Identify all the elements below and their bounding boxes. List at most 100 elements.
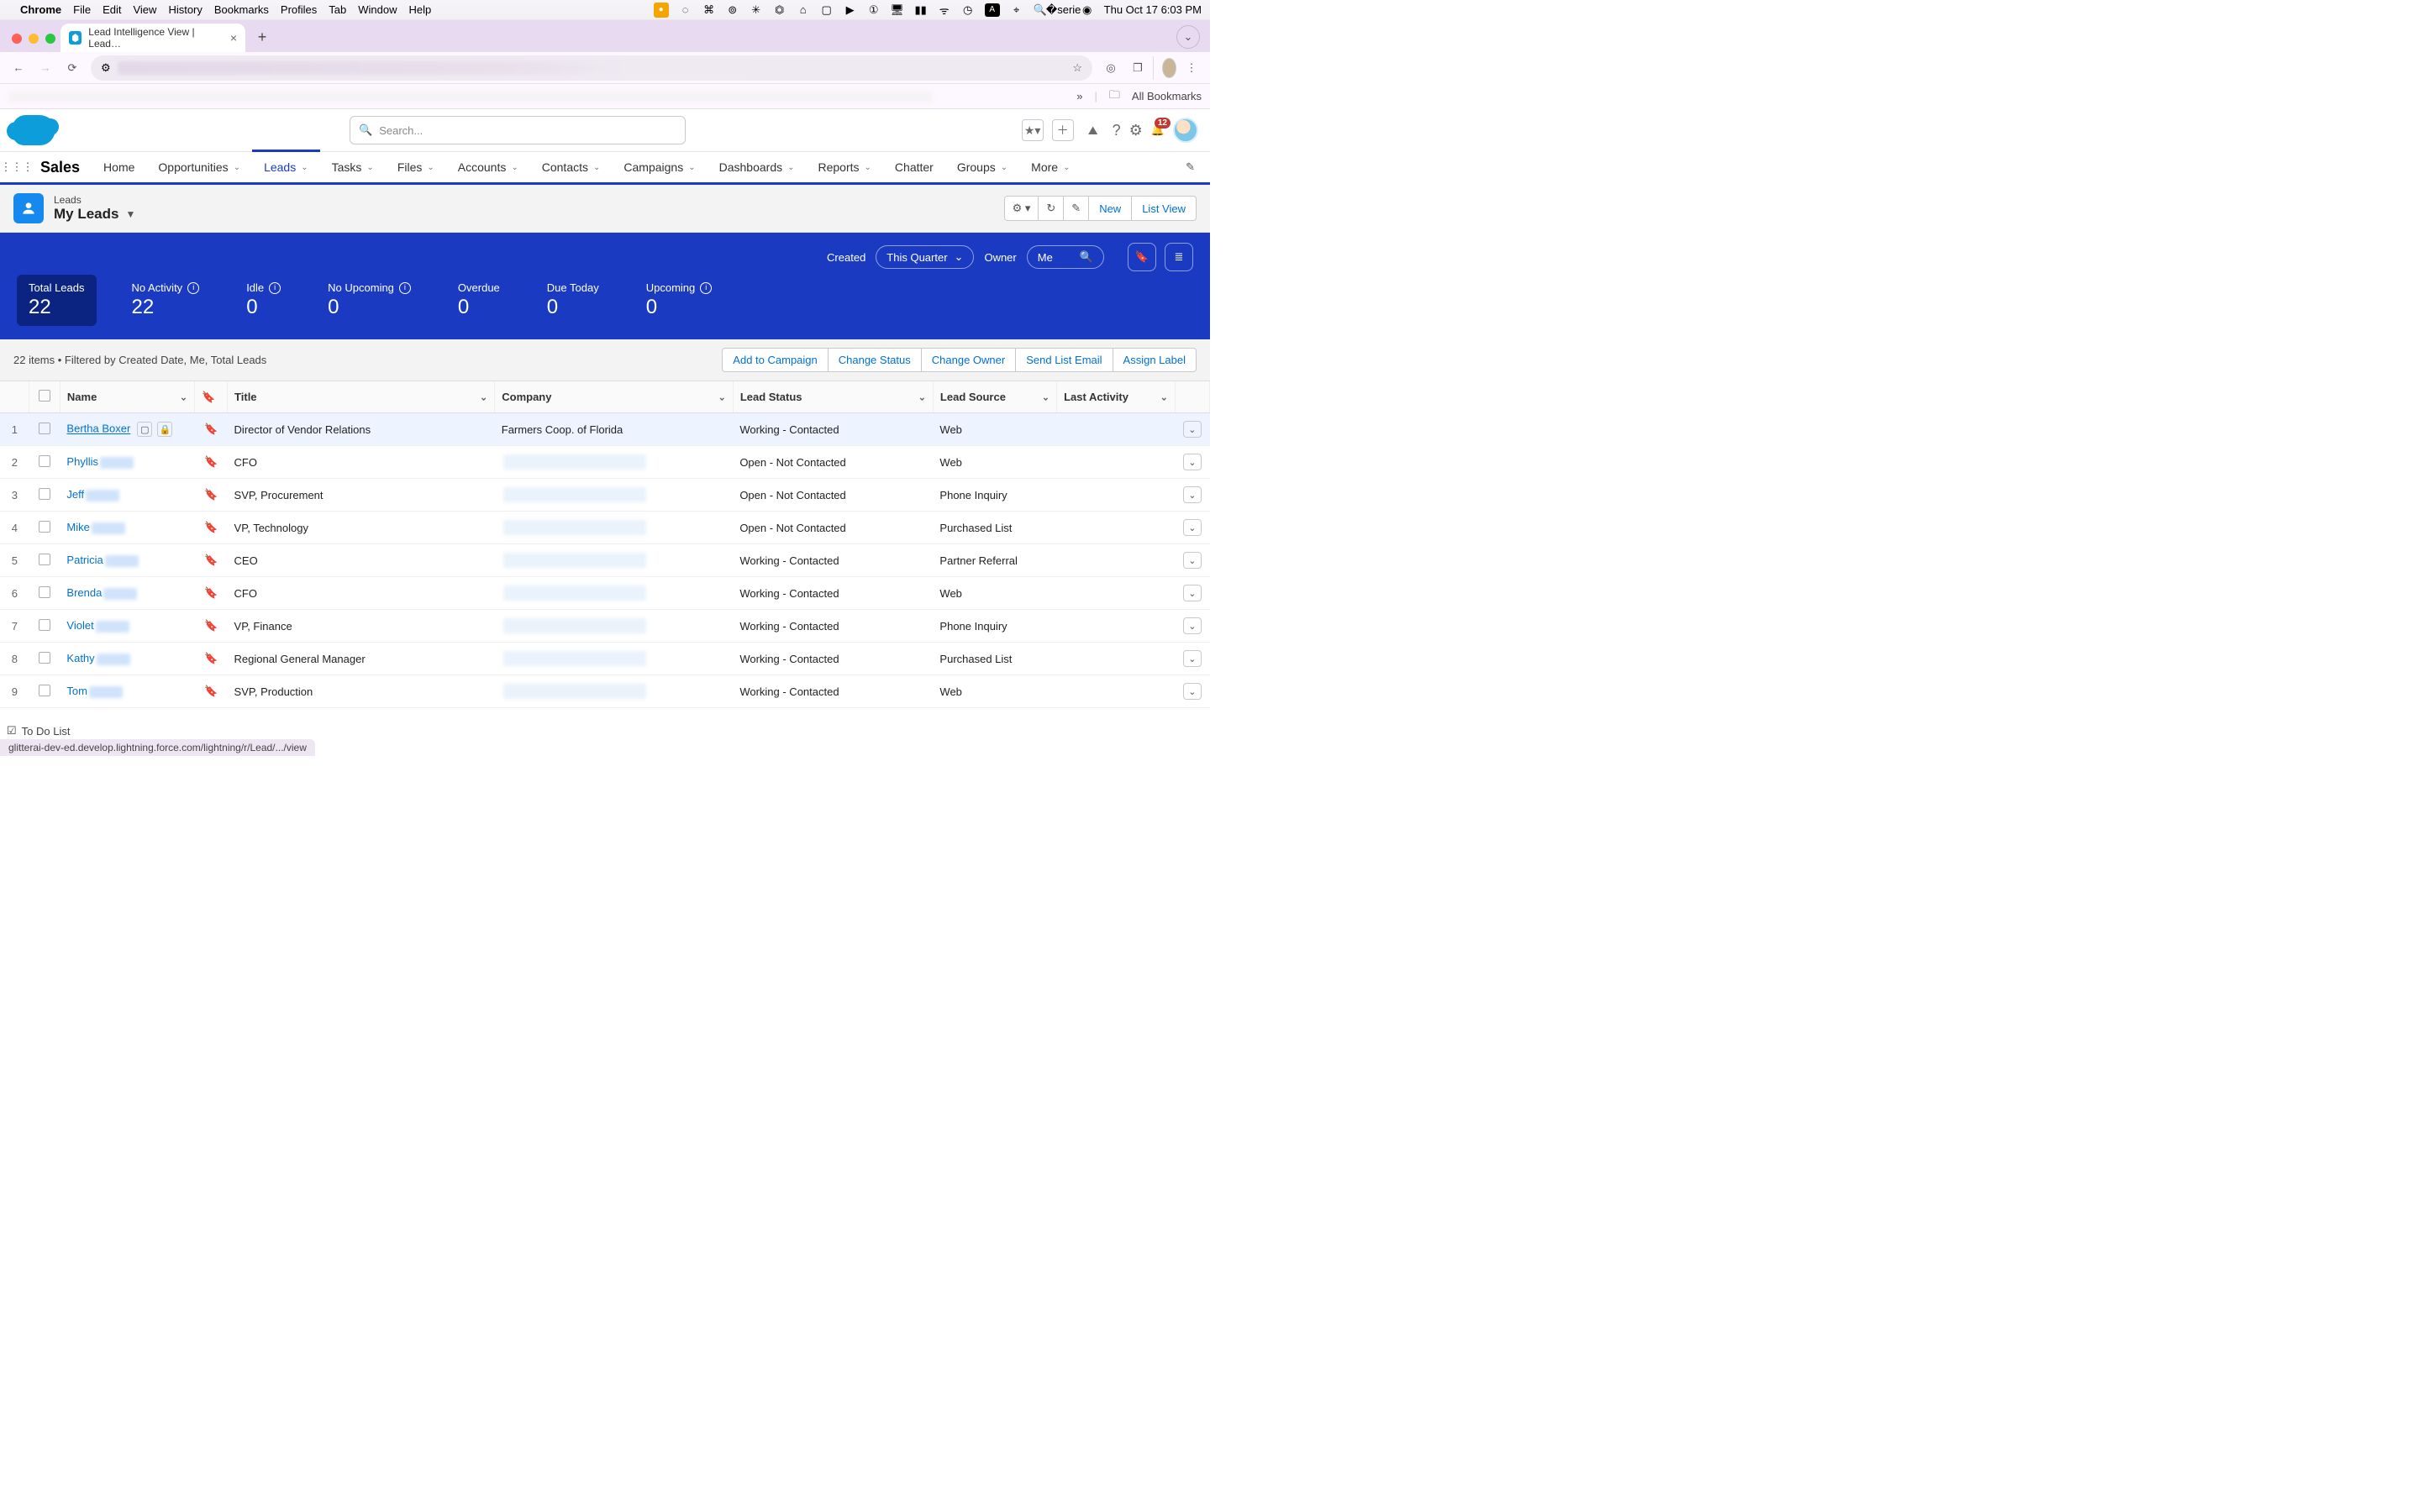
menu-tab[interactable]: Tab (329, 3, 346, 16)
nav-tab-tasks[interactable]: Tasks ⌄ (320, 150, 386, 182)
new-tab-button[interactable]: + (250, 25, 274, 49)
col-lead-source[interactable]: Lead Source⌄ (933, 381, 1056, 413)
cell-bookmark[interactable]: 🔖 (195, 479, 228, 512)
favorites-star-icon[interactable]: ★▾ (1022, 119, 1044, 141)
menubar-clock[interactable]: Thu Oct 17 6:03 PM (1104, 3, 1202, 16)
cell-bookmark[interactable]: 🔖 (195, 512, 228, 544)
lead-name-link[interactable]: Kathy (66, 652, 94, 664)
lead-name-link[interactable]: Violet (66, 619, 93, 632)
checkbox-icon[interactable] (39, 652, 50, 664)
browser-tab[interactable]: Lead Intelligence View | Lead… × (60, 24, 245, 52)
menu-window[interactable]: Window (358, 3, 397, 16)
close-tab-icon[interactable]: × (230, 31, 237, 45)
bookmark-star-icon[interactable]: ☆ (1072, 61, 1082, 75)
app-launcher-icon[interactable]: ⋮⋮⋮ (5, 152, 29, 182)
checkbox-icon[interactable] (39, 455, 50, 467)
owner-filter-picker[interactable]: Me🔍 (1027, 245, 1104, 269)
col-company[interactable]: Company⌄ (495, 381, 734, 413)
menu-history[interactable]: History (168, 3, 202, 16)
trailhead-icon[interactable]: ⛰ (1082, 119, 1104, 141)
help-icon[interactable]: ? (1113, 122, 1121, 139)
row-actions-menu[interactable]: ⌄ (1183, 683, 1202, 700)
siri-icon[interactable]: ◉ (1081, 3, 1094, 17)
menuextra-icon[interactable]: ⏣ (773, 3, 786, 17)
bookmark-outline-icon[interactable]: 🔖 (204, 455, 218, 468)
menuextra-icon[interactable]: ▢ (820, 3, 834, 17)
cell-bookmark[interactable]: 🔖 (195, 446, 228, 479)
profile-avatar[interactable] (1153, 56, 1176, 80)
col-title[interactable]: Title⌄ (228, 381, 495, 413)
row-actions-menu[interactable]: ⌄ (1183, 421, 1202, 438)
menuextra-icon[interactable]: ▶ (844, 3, 857, 17)
row-actions-menu[interactable]: ⌄ (1183, 486, 1202, 503)
row-select[interactable] (29, 512, 60, 544)
list-view-picker[interactable]: My Leads▼ (54, 206, 135, 223)
battery-icon[interactable]: ▮▮ (914, 3, 928, 17)
kpi-upcoming[interactable]: Upcomingi0 (634, 275, 724, 326)
checkbox-icon[interactable] (39, 554, 50, 565)
row-actions-menu[interactable]: ⌄ (1183, 617, 1202, 634)
kpi-overdue[interactable]: Overdue0 (446, 275, 512, 326)
action-add-to-campaign[interactable]: Add to Campaign (722, 348, 828, 372)
kpi-idle[interactable]: Idlei0 (234, 275, 292, 326)
menuextra-icon[interactable]: ⊚ (726, 3, 739, 17)
nav-tab-more[interactable]: More ⌄ (1019, 150, 1081, 182)
action-change-owner[interactable]: Change Owner (922, 348, 1016, 372)
bookmark-panel-icon[interactable]: 🔖 (1128, 243, 1156, 271)
col-lead-status[interactable]: Lead Status⌄ (733, 381, 933, 413)
nav-tab-home[interactable]: Home (92, 150, 146, 182)
list-view-settings-button[interactable]: ⚙ ▾ (1004, 196, 1039, 221)
maximize-window-icon[interactable] (45, 34, 55, 44)
cell-bookmark[interactable]: 🔖 (195, 675, 228, 708)
bookmarks-overflow-icon[interactable]: » (1076, 90, 1082, 102)
row-select[interactable] (29, 675, 60, 708)
refresh-button[interactable]: ↻ (1039, 196, 1064, 221)
menu-edit[interactable]: Edit (103, 3, 121, 16)
lead-name-link[interactable]: Bertha Boxer (66, 423, 130, 435)
nav-tab-dashboards[interactable]: Dashboards ⌄ (708, 150, 807, 182)
list-view-button[interactable]: List View (1132, 196, 1197, 221)
menu-file[interactable]: File (73, 3, 91, 16)
row-select[interactable] (29, 479, 60, 512)
global-search-input[interactable]: 🔍 Search... (350, 116, 686, 144)
row-select[interactable] (29, 413, 60, 446)
lead-name-link[interactable]: Phyllis (66, 455, 98, 468)
checkbox-icon[interactable] (39, 685, 50, 696)
to-do-list-widget[interactable]: ☑ To Do List (7, 724, 70, 738)
nav-tab-opportunities[interactable]: Opportunities ⌄ (146, 150, 252, 182)
menuextra-icon[interactable]: ✳ (750, 3, 763, 17)
bookmark-outline-icon[interactable]: 🔖 (204, 521, 218, 533)
menuextra-icon[interactable]: ◌ (679, 3, 692, 17)
nav-tab-leads[interactable]: Leads ⌄ (252, 150, 320, 182)
lead-name-link[interactable]: Patricia (66, 554, 103, 566)
row-select[interactable] (29, 577, 60, 610)
cell-bookmark[interactable]: 🔖 (195, 610, 228, 643)
mic-record-icon[interactable]: ● (654, 3, 669, 18)
lead-name-link[interactable]: Tom (66, 685, 87, 697)
menuextra-icon[interactable]: ⌘ (702, 3, 716, 17)
menubar-app[interactable]: Chrome (20, 3, 61, 16)
nav-tab-groups[interactable]: Groups ⌄ (945, 150, 1019, 182)
nav-tab-chatter[interactable]: Chatter (883, 150, 945, 182)
bookmark-outline-icon[interactable]: 🔖 (204, 652, 218, 664)
nav-tab-files[interactable]: Files ⌄ (386, 150, 446, 182)
cell-bookmark[interactable]: 🔖 (195, 413, 228, 446)
nav-tab-campaigns[interactable]: Campaigns ⌄ (612, 150, 707, 182)
nav-tab-reports[interactable]: Reports ⌄ (807, 150, 883, 182)
cell-bookmark[interactable]: 🔖 (195, 643, 228, 675)
checkbox-icon[interactable] (39, 488, 50, 500)
row-actions-menu[interactable]: ⌄ (1183, 552, 1202, 569)
checkbox-icon[interactable] (39, 423, 50, 434)
site-info-icon[interactable]: ⚙ (101, 61, 111, 75)
open-record-icon[interactable]: ▢ (137, 422, 152, 437)
bluetooth-icon[interactable]: ⌖ (1010, 3, 1023, 17)
menuextra-icon[interactable]: ⌂ (797, 3, 810, 17)
minimize-window-icon[interactable] (29, 34, 39, 44)
spotlight-icon[interactable]: 🔍 (1034, 3, 1047, 17)
bookmark-outline-icon[interactable]: 🔖 (204, 586, 218, 599)
filter-panel-icon[interactable]: ≣ (1165, 243, 1193, 271)
lead-name-link[interactable]: Mike (66, 521, 89, 533)
menu-profiles[interactable]: Profiles (281, 3, 317, 16)
bookmark-outline-icon[interactable]: 🔖 (204, 619, 218, 632)
menuextra-icon[interactable]: ① (867, 3, 881, 17)
